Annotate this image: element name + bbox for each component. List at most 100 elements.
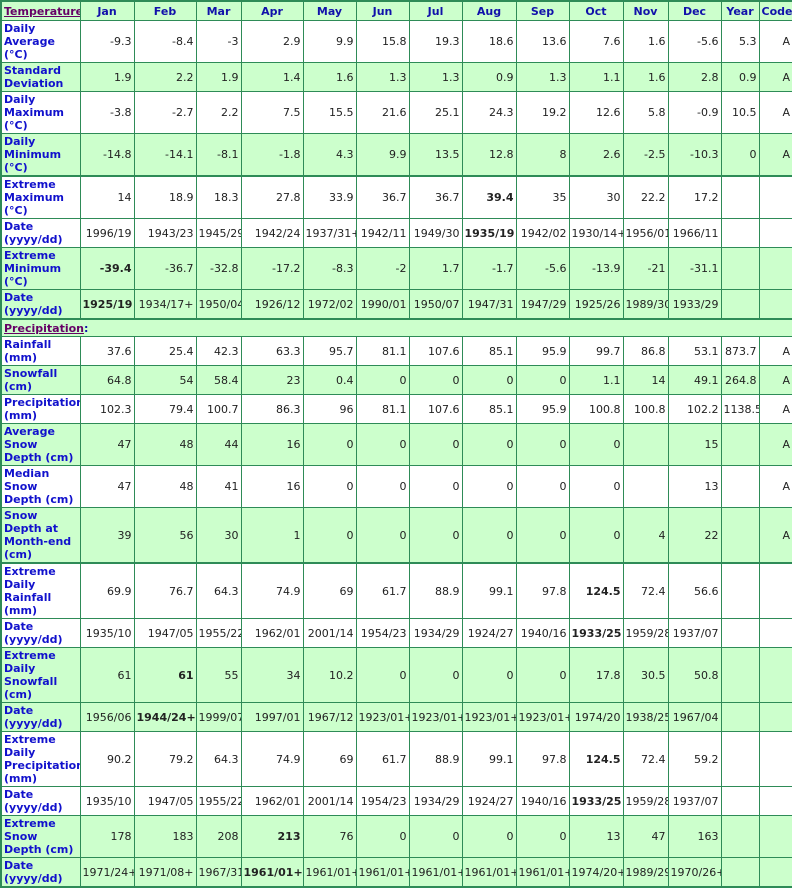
value-cell: 1942/24 [240, 218, 304, 248]
value-cell: 61 [79, 647, 135, 703]
value-cell: 36.7 [355, 175, 410, 219]
value-cell: 17.2 [667, 175, 722, 219]
code-cell: A [758, 62, 792, 92]
value-cell: -2 [355, 247, 410, 290]
table-row: Snow Depth at Month-end (cm) 39 56 30 1 0 0 0 0 0… [0, 507, 792, 564]
value-cell: 1962/01 [240, 786, 304, 816]
value-cell: 0 [302, 465, 357, 508]
value-cell: 61 [133, 647, 197, 703]
value-cell: 1.4 [240, 62, 304, 92]
row-label: Median Snow Depth (cm) [0, 465, 81, 508]
value-cell: 1.3 [355, 62, 410, 92]
value-cell: 99.1 [461, 731, 517, 787]
value-cell: 1956/06 [79, 702, 135, 732]
value-cell: 1971/24+ [79, 857, 135, 888]
value-cell: 1943/23 [133, 218, 197, 248]
value-cell: 1974/20 [568, 702, 624, 732]
value-cell: -36.7 [133, 247, 197, 290]
value-cell: 0 [568, 507, 624, 564]
year-cell: 10.5 [720, 91, 760, 134]
value-cell: 90.2 [79, 731, 135, 787]
value-cell: 50.8 [667, 647, 722, 703]
value-cell: 99.1 [461, 562, 517, 619]
value-cell: 1923/01+ [355, 702, 410, 732]
value-cell: 107.6 [408, 336, 463, 366]
table-row: Extreme Daily Snowfall (cm) 61 61 55 34 10.2 0… [0, 647, 792, 703]
code-cell: A [758, 423, 792, 466]
temperature-link[interactable]: Temperature [4, 5, 79, 18]
table-row: Date (yyyy/dd) 1935/10 1947/05 1955/22 1962/… [0, 786, 792, 816]
value-cell: 107.6 [408, 394, 463, 424]
value-cell: 14 [622, 365, 669, 395]
year-cell [720, 247, 760, 290]
value-cell: 1924/27 [461, 618, 517, 648]
value-cell: 72.4 [622, 562, 669, 619]
value-cell: 1970/26+ [667, 857, 722, 888]
value-cell: 0 [461, 423, 517, 466]
value-cell: 7.5 [240, 91, 304, 134]
value-cell: 1961/01+ [355, 857, 410, 888]
table-row: Daily Minimum (°C) -14.8 -14.1 -8.1 -1.8 4.3 9… [0, 133, 792, 177]
value-cell: 1990/01 [355, 289, 410, 320]
col-header: Jan [79, 0, 135, 21]
value-cell: 1940/16 [515, 618, 570, 648]
value-cell: 0 [408, 465, 463, 508]
code-cell: A [758, 91, 792, 134]
value-cell: 8 [515, 133, 570, 177]
value-cell: 13 [667, 465, 722, 508]
value-cell: 102.2 [667, 394, 722, 424]
value-cell: 36.7 [408, 175, 463, 219]
value-cell: 2.6 [568, 133, 624, 177]
year-cell: 873.7 [720, 336, 760, 366]
table-row: Average Snow Depth (cm) 47 48 44 16 0 0 0 0 0 0 15 A [0, 423, 792, 466]
value-cell: 1966/11 [667, 218, 722, 248]
code-cell [758, 562, 792, 619]
value-cell: -21 [622, 247, 669, 290]
value-cell: 34 [240, 647, 304, 703]
value-cell: 15.5 [302, 91, 357, 134]
value-cell: 25.4 [133, 336, 197, 366]
value-cell: 1925/26 [568, 289, 624, 320]
value-cell: 1961/01+ [461, 857, 517, 888]
value-cell: 0.9 [461, 62, 517, 92]
table-row: Median Snow Depth (cm) 47 48 41 16 0 0 0 0 0 0 13 A [0, 465, 792, 508]
value-cell: 124.5 [568, 562, 624, 619]
code-cell [758, 647, 792, 703]
value-cell: 1956/01 [622, 218, 669, 248]
value-cell: 27.8 [240, 175, 304, 219]
year-cell [720, 507, 760, 564]
row-label: Date (yyyy/dd) [0, 618, 81, 648]
value-cell: -5.6 [667, 20, 722, 63]
code-cell [758, 815, 792, 858]
climate-normals-table: Temperature: Jan Feb Mar Apr May Jun Jul… [0, 0, 792, 888]
row-label: Extreme Minimum (°C) [0, 247, 81, 290]
value-cell: 18.6 [461, 20, 517, 63]
row-label: Average Snow Depth (cm) [0, 423, 81, 466]
value-cell: 1933/29 [667, 289, 722, 320]
value-cell: 2.2 [133, 62, 197, 92]
value-cell: 14 [79, 175, 135, 219]
value-cell: 1942/11 [355, 218, 410, 248]
code-cell [758, 247, 792, 290]
year-cell: 1138.5 [720, 394, 760, 424]
value-cell: 64.8 [79, 365, 135, 395]
value-cell: 1935/10 [79, 786, 135, 816]
value-cell [622, 423, 669, 466]
col-header: Mar [195, 0, 242, 21]
value-cell: 13.5 [408, 133, 463, 177]
value-cell: 1923/01+ [515, 702, 570, 732]
value-cell: 19.2 [515, 91, 570, 134]
precipitation-section: Rainfall (mm) 37.6 25.4 42.3 63.3 95.7 81.1 107… [0, 336, 792, 888]
year-cell [720, 857, 760, 888]
value-cell: 1967/31 [195, 857, 242, 888]
value-cell: 48 [133, 465, 197, 508]
value-cell: 19.3 [408, 20, 463, 63]
table-row: Date (yyyy/dd) 1935/10 1947/05 1955/22 1962/… [0, 618, 792, 648]
table-row: Precipitation (mm) 102.3 79.4 100.7 86.3 96 81… [0, 394, 792, 424]
year-cell [720, 465, 760, 508]
value-cell: 30.5 [622, 647, 669, 703]
value-cell: 1944/24+ [133, 702, 197, 732]
value-cell: 53.1 [667, 336, 722, 366]
precipitation-link[interactable]: Precipitation [4, 322, 84, 335]
value-cell: -2.5 [622, 133, 669, 177]
